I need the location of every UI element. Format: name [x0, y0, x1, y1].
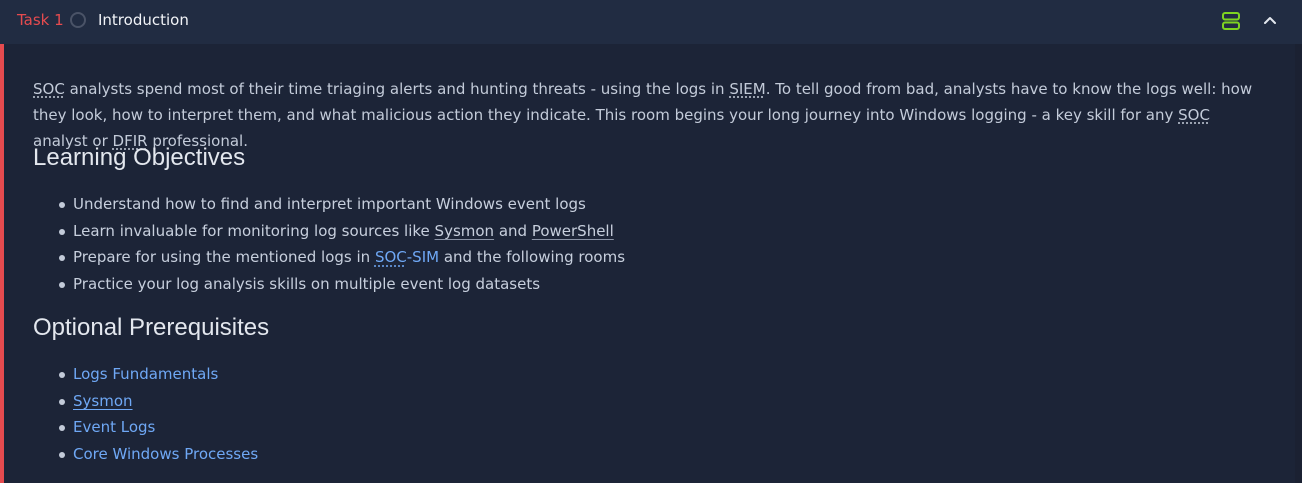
- abbr-soc: SOC: [1178, 106, 1210, 124]
- event-logs-link[interactable]: Event Logs: [73, 418, 155, 436]
- abbr-siem: SIEM: [729, 80, 766, 98]
- prerequisites-list: Logs Fundamentals Sysmon Event Logs Core…: [59, 361, 258, 468]
- soc-sim-link-suffix[interactable]: -SIM: [407, 248, 439, 266]
- list-item: Logs Fundamentals: [59, 361, 258, 388]
- chevron-up-icon[interactable]: [1260, 10, 1280, 30]
- task-title: Introduction: [98, 11, 189, 29]
- learning-objectives-list: Understand how to find and interpret imp…: [59, 191, 625, 298]
- task-content: SOC analysts spend most of their time tr…: [0, 44, 1295, 483]
- list-item: Understand how to find and interpret imp…: [59, 191, 625, 218]
- abbr-soc: SOC: [33, 80, 65, 98]
- list-item: Learn invaluable for monitoring log sour…: [59, 218, 625, 245]
- list-item: Practice your log analysis skills on mul…: [59, 271, 625, 298]
- intro-paragraph: SOC analysts spend most of their time tr…: [33, 80, 1253, 150]
- task-number: Task 1: [17, 11, 64, 29]
- task-status-icon: [70, 12, 86, 28]
- abbr-sysmon: Sysmon: [434, 221, 495, 240]
- optional-prerequisites-heading: Optional Prerequisites: [33, 314, 270, 341]
- learning-objectives-heading: Learning Objectives: [33, 144, 246, 171]
- soc-sim-link[interactable]: SOC: [375, 248, 407, 266]
- core-windows-processes-link[interactable]: Core Windows Processes: [73, 445, 258, 463]
- split-view-icon[interactable]: [1221, 11, 1241, 31]
- logs-fundamentals-link[interactable]: Logs Fundamentals: [73, 365, 218, 383]
- list-item: Core Windows Processes: [59, 441, 258, 468]
- list-item: Event Logs: [59, 414, 258, 441]
- sysmon-link[interactable]: Sysmon: [73, 392, 133, 410]
- abbr-powershell: PowerShell: [531, 221, 614, 240]
- task-header[interactable]: Task 1 Introduction: [0, 0, 1302, 44]
- list-item: Prepare for using the mentioned logs in …: [59, 244, 625, 271]
- list-item: Sysmon: [59, 388, 258, 415]
